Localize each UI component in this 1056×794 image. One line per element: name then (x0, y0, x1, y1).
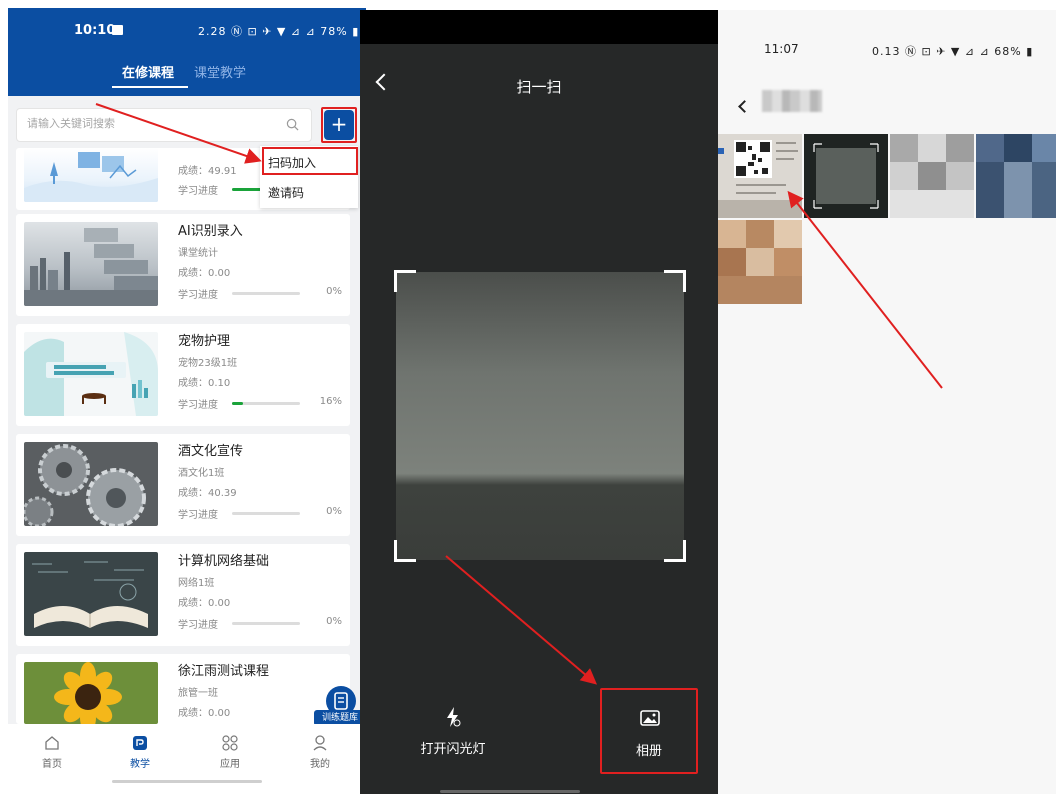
photo-picker-screen: 11:07 0.13 Ⓝ ⊡ ✈ ▼ ⊿ ⊿ 68% ▮ (718, 10, 1056, 794)
course-thumbnail (24, 442, 158, 526)
course-card[interactable]: 酒文化宣传 酒文化1班 成绩：40.39 学习进度 0% (16, 434, 350, 536)
home-indicator (440, 790, 580, 793)
nav-item-home[interactable]: 首页 (22, 734, 82, 770)
course-card[interactable]: 计算机网络基础 网络1班 成绩：0.00 学习进度 0% (16, 544, 350, 646)
viewfinder-corner (394, 270, 416, 292)
progress-label: 学习进度 (178, 186, 218, 197)
status-indicators: 2.28 Ⓝ ⊡ ✈ ▼ ⊿ ⊿ 78% ▮ (198, 25, 360, 38)
progress-bar (232, 512, 300, 515)
photo-thumbnail-blurred[interactable] (976, 134, 1056, 218)
progress-bar (232, 622, 300, 625)
screenshot-composite: 10:10 2.28 Ⓝ ⊡ ✈ ▼ ⊿ ⊿ 78% ▮ 在修课程 课堂教学 +… (0, 0, 1056, 794)
flashlight-button[interactable]: 打开闪光灯 (398, 706, 508, 757)
highlight-box-add (321, 107, 357, 143)
course-title: 徐江雨测试课程 (178, 664, 270, 679)
course-score: 成绩：0.00 (178, 598, 231, 609)
app-header: 10:10 2.28 Ⓝ ⊡ ✈ ▼ ⊿ ⊿ 78% ▮ 在修课程 课堂教学 (8, 8, 366, 96)
course-score: 成绩：0.00 (178, 268, 231, 279)
scan-screen: 扫一扫 打开闪光灯 相册 (360, 10, 718, 794)
course-title: 宠物护理 (178, 334, 231, 349)
progress-label: 学习进度 (178, 400, 218, 411)
course-card[interactable]: AI识别录入 课堂统计 成绩：0.00 学习进度 0% (16, 214, 350, 316)
course-card[interactable]: 宠物护理 宠物23级1班 成绩：0.10 学习进度 16% (16, 324, 350, 426)
home-indicator (112, 780, 262, 783)
apps-icon (222, 735, 238, 751)
course-list-screen: 10:10 2.28 Ⓝ ⊡ ✈ ▼ ⊿ ⊿ 78% ▮ 在修课程 课堂教学 +… (8, 8, 366, 790)
status-time: 10:10 (74, 23, 116, 38)
tab-current-courses[interactable]: 在修课程 (122, 62, 174, 81)
course-title: 计算机网络基础 (178, 554, 270, 569)
album-label: 相册 (635, 744, 662, 759)
course-class: 网络1班 (178, 578, 215, 589)
course-thumbnail (24, 222, 158, 306)
nav-label: 教学 (130, 759, 150, 770)
course-score: 成绩：0.00 (178, 708, 231, 719)
progress-label: 学习进度 (178, 290, 218, 301)
progress-fill (232, 402, 243, 405)
nav-item-teaching[interactable]: 教学 (110, 734, 170, 770)
progress-percent: 0% (326, 616, 342, 627)
status-time: 11:07 (764, 42, 799, 56)
course-thumbnail (24, 332, 158, 416)
photo-thumbnail-blurred[interactable] (718, 220, 802, 304)
status-bar: 10:10 2.28 Ⓝ ⊡ ✈ ▼ ⊿ ⊿ 78% ▮ (8, 8, 366, 50)
image-notification-icon (112, 25, 123, 35)
course-class: 宠物23级1班 (178, 358, 238, 369)
course-thumbnail (24, 552, 158, 636)
course-card[interactable]: 徐江雨测试课程 旅管一班 成绩：0.00 (16, 654, 350, 724)
nav-label: 应用 (220, 759, 240, 770)
search-icon[interactable] (286, 118, 299, 131)
photo-grid (718, 134, 1056, 314)
album-button[interactable]: 相册 (600, 688, 698, 774)
course-tabs: 在修课程 课堂教学 (8, 62, 366, 92)
progress-bar (232, 292, 300, 295)
course-class: 旅管一班 (178, 688, 218, 699)
course-thumbnail (24, 662, 158, 724)
progress-bar (232, 402, 300, 405)
photo-thumbnail-blurred[interactable] (890, 134, 974, 218)
nav-label: 我的 (310, 759, 330, 770)
viewfinder-corner (664, 540, 686, 562)
course-score: 成绩：0.10 (178, 378, 231, 389)
viewfinder-corner (664, 270, 686, 292)
status-bar: 11:07 0.13 Ⓝ ⊡ ✈ ▼ ⊿ ⊿ 68% ▮ (718, 40, 1056, 60)
photo-album-icon (640, 710, 660, 726)
progress-percent: 0% (326, 506, 342, 517)
home-icon (45, 736, 59, 750)
tab-classroom-teaching[interactable]: 课堂教学 (194, 62, 246, 81)
progress-percent: 0% (326, 286, 342, 297)
search-bar (16, 108, 312, 142)
course-thumbnail (24, 148, 158, 202)
photo-thumbnail-qr[interactable] (718, 134, 802, 218)
nav-item-mine[interactable]: 我的 (290, 734, 350, 770)
course-score: 成绩：49.91 (178, 166, 237, 177)
progress-percent: 16% (319, 396, 342, 407)
user-icon (313, 735, 327, 751)
course-title: 酒文化宣传 (178, 444, 244, 459)
back-arrow-icon[interactable] (738, 100, 751, 113)
flashlight-label: 打开闪光灯 (420, 742, 486, 757)
search-input[interactable] (27, 117, 277, 130)
nav-label: 首页 (42, 759, 62, 770)
nav-item-apps[interactable]: 应用 (200, 734, 260, 770)
camera-viewfinder (396, 272, 684, 560)
course-score: 成绩：40.39 (178, 488, 237, 499)
camera-notch-bar (360, 10, 718, 44)
teaching-icon (133, 736, 147, 750)
flashlight-icon (447, 707, 461, 727)
menu-item-invite-code[interactable]: 邀请码 (268, 184, 304, 201)
course-class: 酒文化1班 (178, 468, 225, 479)
scan-title: 扫一扫 (516, 78, 562, 96)
progress-label: 学习进度 (178, 510, 218, 521)
course-class: 课堂统计 (178, 248, 218, 259)
active-tab-underline (112, 86, 188, 88)
course-title: AI识别录入 (178, 224, 243, 239)
photo-thumbnail[interactable] (804, 134, 888, 218)
progress-label: 学习进度 (178, 620, 218, 631)
highlight-box-scan-join (262, 147, 358, 175)
viewfinder-corner (394, 540, 416, 562)
status-indicators: 0.13 Ⓝ ⊡ ✈ ▼ ⊿ ⊿ 68% ▮ (872, 45, 1034, 58)
album-name-blurred (762, 90, 822, 112)
